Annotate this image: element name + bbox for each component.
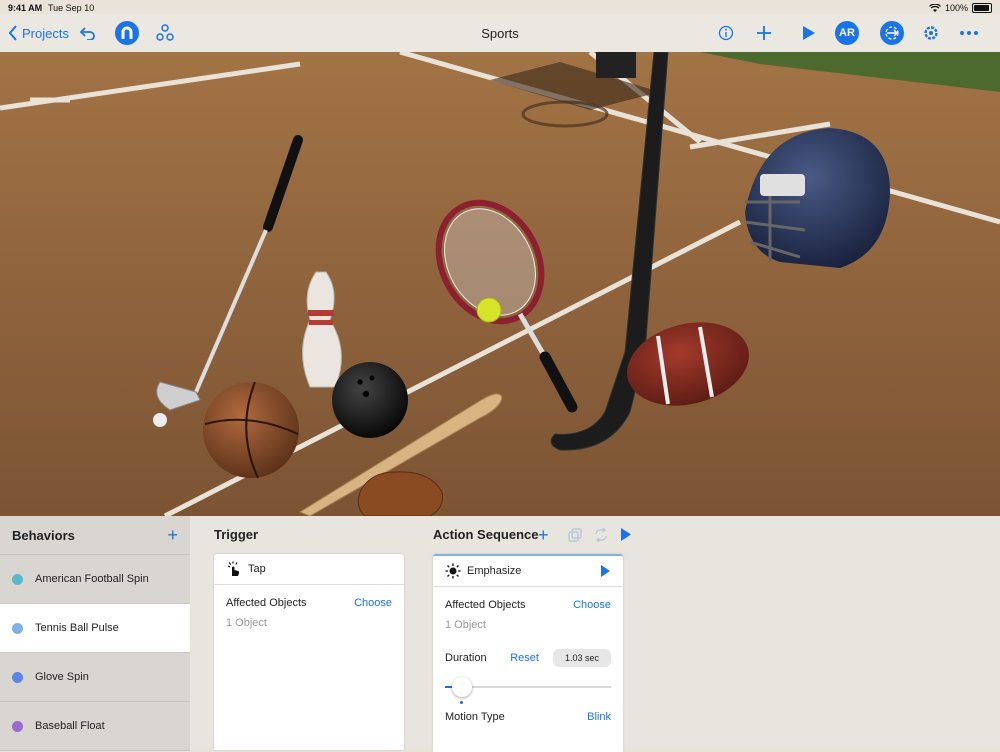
target-button[interactable] <box>880 14 904 52</box>
behaviors-panel: Behaviors + American Football Spin Tenni… <box>0 516 1000 752</box>
bowling-ball <box>332 362 408 438</box>
trigger-name: Tap <box>248 563 266 575</box>
behavior-label: American Football Spin <box>35 573 149 585</box>
target-icon <box>880 21 904 45</box>
trigger-title: Trigger <box>214 527 259 542</box>
play-icon <box>803 26 815 40</box>
tap-icon <box>227 561 240 576</box>
basketball <box>203 381 299 479</box>
add-button[interactable] <box>756 14 772 52</box>
motion-type-row: Motion Type Blink <box>433 711 623 723</box>
trigger-card-header: Tap <box>214 554 404 585</box>
settings-button[interactable] <box>922 14 940 52</box>
baseball-glove <box>357 471 443 516</box>
action-sequence-title: Action Sequence <box>433 527 539 542</box>
behavior-color-dot <box>12 573 23 585</box>
behaviors-title: Behaviors <box>12 527 75 543</box>
action-affected-row: Affected Objects Choose <box>433 599 623 611</box>
navigation-bar: Projects Sports AR <box>0 14 1000 52</box>
status-time: 9:41 AM <box>8 3 43 13</box>
motion-type-label: Motion Type <box>445 711 505 723</box>
action-card-header: Emphasize <box>433 556 623 587</box>
behavior-color-dot <box>12 622 23 634</box>
behaviors-sidebar: Behaviors + American Football Spin Tenni… <box>0 516 190 751</box>
behavior-item[interactable]: Glove Spin <box>0 653 190 702</box>
behavior-label: Tennis Ball Pulse <box>35 622 119 634</box>
gear-icon <box>924 26 938 40</box>
emphasize-icon <box>445 563 461 579</box>
action-object-count: 1 Object <box>445 619 486 631</box>
action-affected-label: Affected Objects <box>445 599 526 611</box>
trigger-affected-row: Affected Objects Choose <box>214 597 404 609</box>
ar-button[interactable]: AR <box>835 14 859 52</box>
duplicate-icon[interactable] <box>568 528 582 542</box>
status-date: Tue Sep 10 <box>48 3 95 13</box>
ar-label: AR <box>835 21 859 45</box>
plus-icon <box>757 26 771 40</box>
battery-icon <box>972 3 992 13</box>
info-button[interactable] <box>718 14 734 52</box>
post-shadow <box>596 52 636 78</box>
behavior-label: Glove Spin <box>35 671 89 683</box>
duration-slider[interactable] <box>445 677 611 704</box>
duration-value[interactable]: 1.03 sec <box>552 649 611 667</box>
behavior-label: Baseball Float <box>35 720 105 732</box>
duration-label: Duration <box>445 652 487 664</box>
motion-type-value[interactable]: Blink <box>587 711 611 723</box>
behavior-color-dot <box>12 720 23 732</box>
ellipsis-icon <box>960 31 978 35</box>
play-action-icon[interactable] <box>600 565 611 577</box>
scene-viewport[interactable] <box>0 52 1000 516</box>
trigger-affected-label: Affected Objects <box>226 597 307 609</box>
behavior-item[interactable]: American Football Spin <box>0 555 190 604</box>
info-icon <box>718 25 734 41</box>
more-button[interactable] <box>959 14 979 52</box>
action-card[interactable]: Emphasize Affected Objects Choose 1 Obje… <box>433 554 623 752</box>
behavior-item[interactable]: Baseball Float <box>0 702 190 751</box>
trigger-object-count: 1 Object <box>226 617 267 629</box>
tennis-ball <box>476 297 502 323</box>
behavior-color-dot <box>12 671 23 683</box>
slider-thumb[interactable] <box>452 677 473 697</box>
loop-icon[interactable] <box>593 528 609 542</box>
action-name: Emphasize <box>467 565 522 577</box>
behavior-item[interactable]: Tennis Ball Pulse <box>0 604 190 653</box>
battery-percent: 100% <box>944 3 968 13</box>
behaviors-header: Behaviors + <box>0 516 190 555</box>
trigger-choose-button[interactable]: Choose <box>354 597 392 609</box>
action-choose-button[interactable]: Choose <box>573 599 611 611</box>
slider-marker <box>460 701 464 704</box>
trigger-card[interactable]: Tap Affected Objects Choose 1 Object <box>214 554 404 750</box>
play-button[interactable] <box>802 14 816 52</box>
add-action-button[interactable]: + <box>538 525 549 546</box>
duration-row: Duration Reset 1.03 sec <box>433 649 623 667</box>
add-behavior-button[interactable]: + <box>167 525 178 546</box>
wifi-icon <box>929 3 941 12</box>
reset-button[interactable]: Reset <box>510 652 539 664</box>
play-sequence-icon[interactable] <box>620 528 632 541</box>
